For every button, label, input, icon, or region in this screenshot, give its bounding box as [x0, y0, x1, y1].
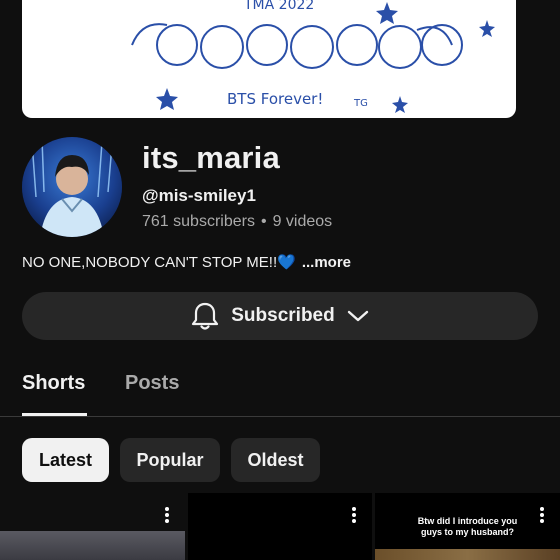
- chevron-down-icon: [347, 310, 368, 322]
- channel-avatar[interactable]: [22, 137, 122, 237]
- tab-posts[interactable]: Posts: [125, 372, 179, 395]
- tab-shorts[interactable]: Shorts: [22, 372, 85, 395]
- channel-handle: @mis-smiley1: [142, 186, 256, 205]
- banner-illustration: TMA 2022 BTS Forever! TG: [131, 0, 495, 113]
- short-thumbnail[interactable]: [0, 493, 185, 560]
- subscribed-button[interactable]: Subscribed: [22, 292, 538, 340]
- video-count: 9 videos: [272, 213, 333, 230]
- channel-name: its_maria: [142, 140, 280, 175]
- channel-stats: 761 subscribers • 9 videos: [142, 213, 332, 231]
- filter-chip-latest[interactable]: Latest: [22, 438, 109, 482]
- description-text: NO ONE,NOBODY CAN'T STOP ME!!: [22, 254, 278, 271]
- banner-signature: TG: [353, 98, 368, 109]
- short-thumbnail[interactable]: Btw did I introduce you guys to my husba…: [375, 493, 560, 560]
- short-thumbnail[interactable]: [188, 493, 372, 560]
- more-options-icon[interactable]: [349, 507, 359, 527]
- short-caption: Btw did I introduce you guys to my husba…: [417, 516, 518, 537]
- subscriber-count: 761 subscribers: [142, 213, 255, 230]
- channel-description[interactable]: NO ONE,NOBODY CAN'T STOP ME!!💙 ...more: [22, 253, 351, 271]
- filter-chip-popular[interactable]: Popular: [120, 438, 220, 482]
- filter-chip-oldest[interactable]: Oldest: [231, 438, 320, 482]
- banner-bottom-text: BTS Forever!: [227, 90, 323, 108]
- more-options-icon[interactable]: [162, 507, 172, 527]
- more-link[interactable]: ...more: [302, 254, 351, 271]
- banner-top-text: TMA 2022: [243, 0, 314, 13]
- channel-tabs: Shorts Posts: [0, 360, 560, 417]
- channel-banner: TMA 2022 BTS Forever! TG: [22, 0, 516, 118]
- thumbnail-image: [375, 549, 560, 560]
- thumbnail-image: [0, 531, 185, 560]
- blue-heart-emoji: 💙: [277, 254, 296, 271]
- stats-separator: •: [260, 213, 267, 230]
- active-tab-indicator: [22, 413, 87, 416]
- subscribed-label: Subscribed: [231, 305, 335, 326]
- more-options-icon[interactable]: [537, 507, 547, 527]
- bell-icon: [192, 302, 219, 330]
